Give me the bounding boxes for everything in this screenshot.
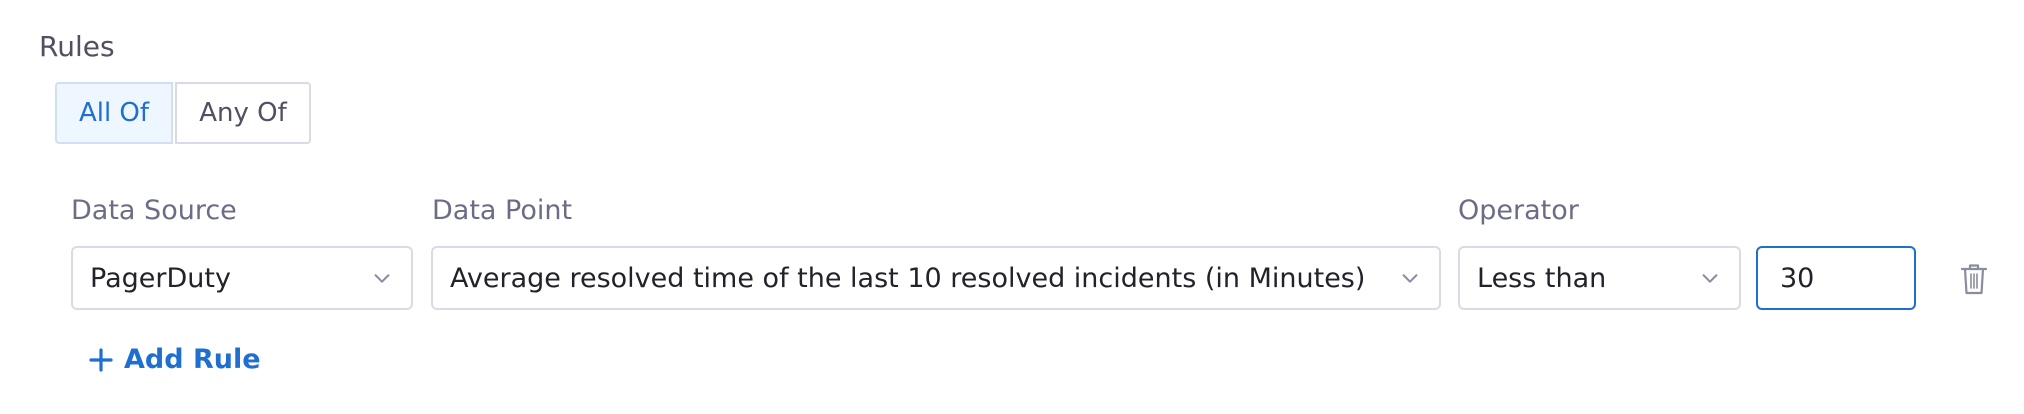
data-point-value: Average resolved time of the last 10 res… <box>450 262 1366 294</box>
operator-label: Operator <box>1458 195 1579 226</box>
add-rule-label: Add Rule <box>124 344 261 375</box>
plus-icon <box>89 347 113 372</box>
chevron-down-icon <box>1402 274 1418 283</box>
add-rule-button[interactable]: Add Rule <box>88 344 261 375</box>
operator-select[interactable]: Less than <box>1458 246 1741 310</box>
trash-icon[interactable] <box>1959 262 1989 296</box>
match-mode-toggle: All Of Any Of <box>55 82 311 144</box>
section-title-rules: Rules <box>39 30 115 63</box>
operator-value: Less than <box>1477 262 1607 294</box>
toggle-all-of[interactable]: All Of <box>55 82 173 144</box>
data-source-select[interactable]: PagerDuty <box>71 246 413 310</box>
chevron-down-icon <box>1702 274 1718 283</box>
toggle-any-of[interactable]: Any Of <box>175 82 311 144</box>
data-point-select[interactable]: Average resolved time of the last 10 res… <box>431 246 1441 310</box>
data-point-label: Data Point <box>432 195 573 226</box>
chevron-down-icon <box>374 274 390 283</box>
data-source-value: PagerDuty <box>90 262 231 294</box>
threshold-value-input[interactable] <box>1756 246 1916 310</box>
data-source-label: Data Source <box>71 195 237 226</box>
